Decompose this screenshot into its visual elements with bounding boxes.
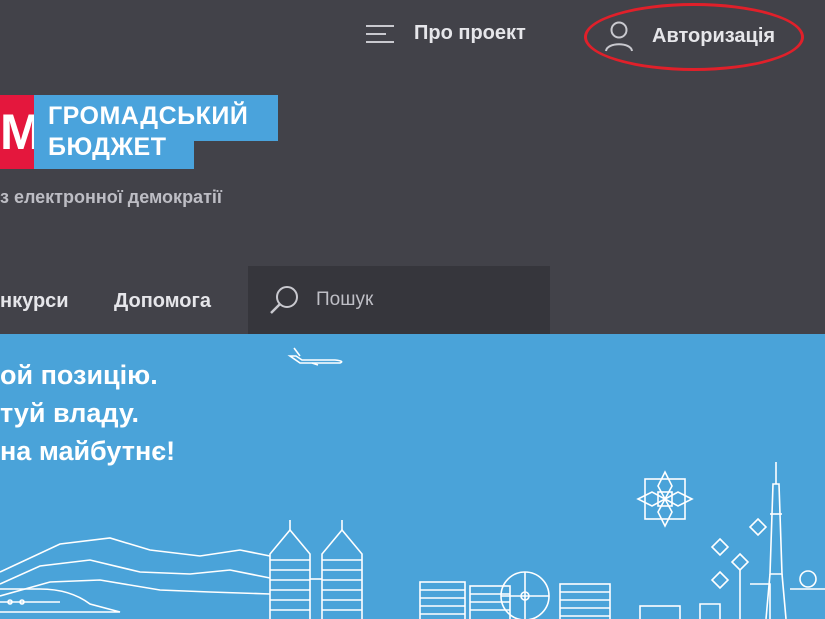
airplane-icon <box>287 347 343 366</box>
highlight-ellipse <box>584 3 804 71</box>
header: Про проект Авторизація М ГРОМАДСЬКИЙ БЮД… <box>0 0 825 334</box>
logo-mark[interactable]: М <box>0 95 34 169</box>
tv-tower <box>765 462 787 619</box>
about-project-link[interactable]: Про проект <box>366 22 526 45</box>
tower-building <box>321 520 363 619</box>
hero-banner: ой позицію. туй владу. на майбутнє! <box>0 334 825 619</box>
menu-item-contests[interactable]: нкурси <box>0 290 69 313</box>
about-project-label: Про проект <box>414 22 526 44</box>
logo-title-line2: БЮДЖЕТ <box>48 133 167 161</box>
logo-title-line1: ГРОМАДСЬКИЙ <box>48 102 249 130</box>
ornament-icon <box>636 470 694 528</box>
tower-building <box>269 520 311 619</box>
search-icon <box>270 286 298 314</box>
menu-icon <box>366 24 394 43</box>
search-input[interactable] <box>316 289 536 311</box>
search-box[interactable] <box>248 266 550 334</box>
logo-tagline: з електронної демократії <box>0 187 222 207</box>
city-skyline-illustration <box>0 347 825 619</box>
menu-item-help[interactable]: Допомога <box>114 290 211 313</box>
